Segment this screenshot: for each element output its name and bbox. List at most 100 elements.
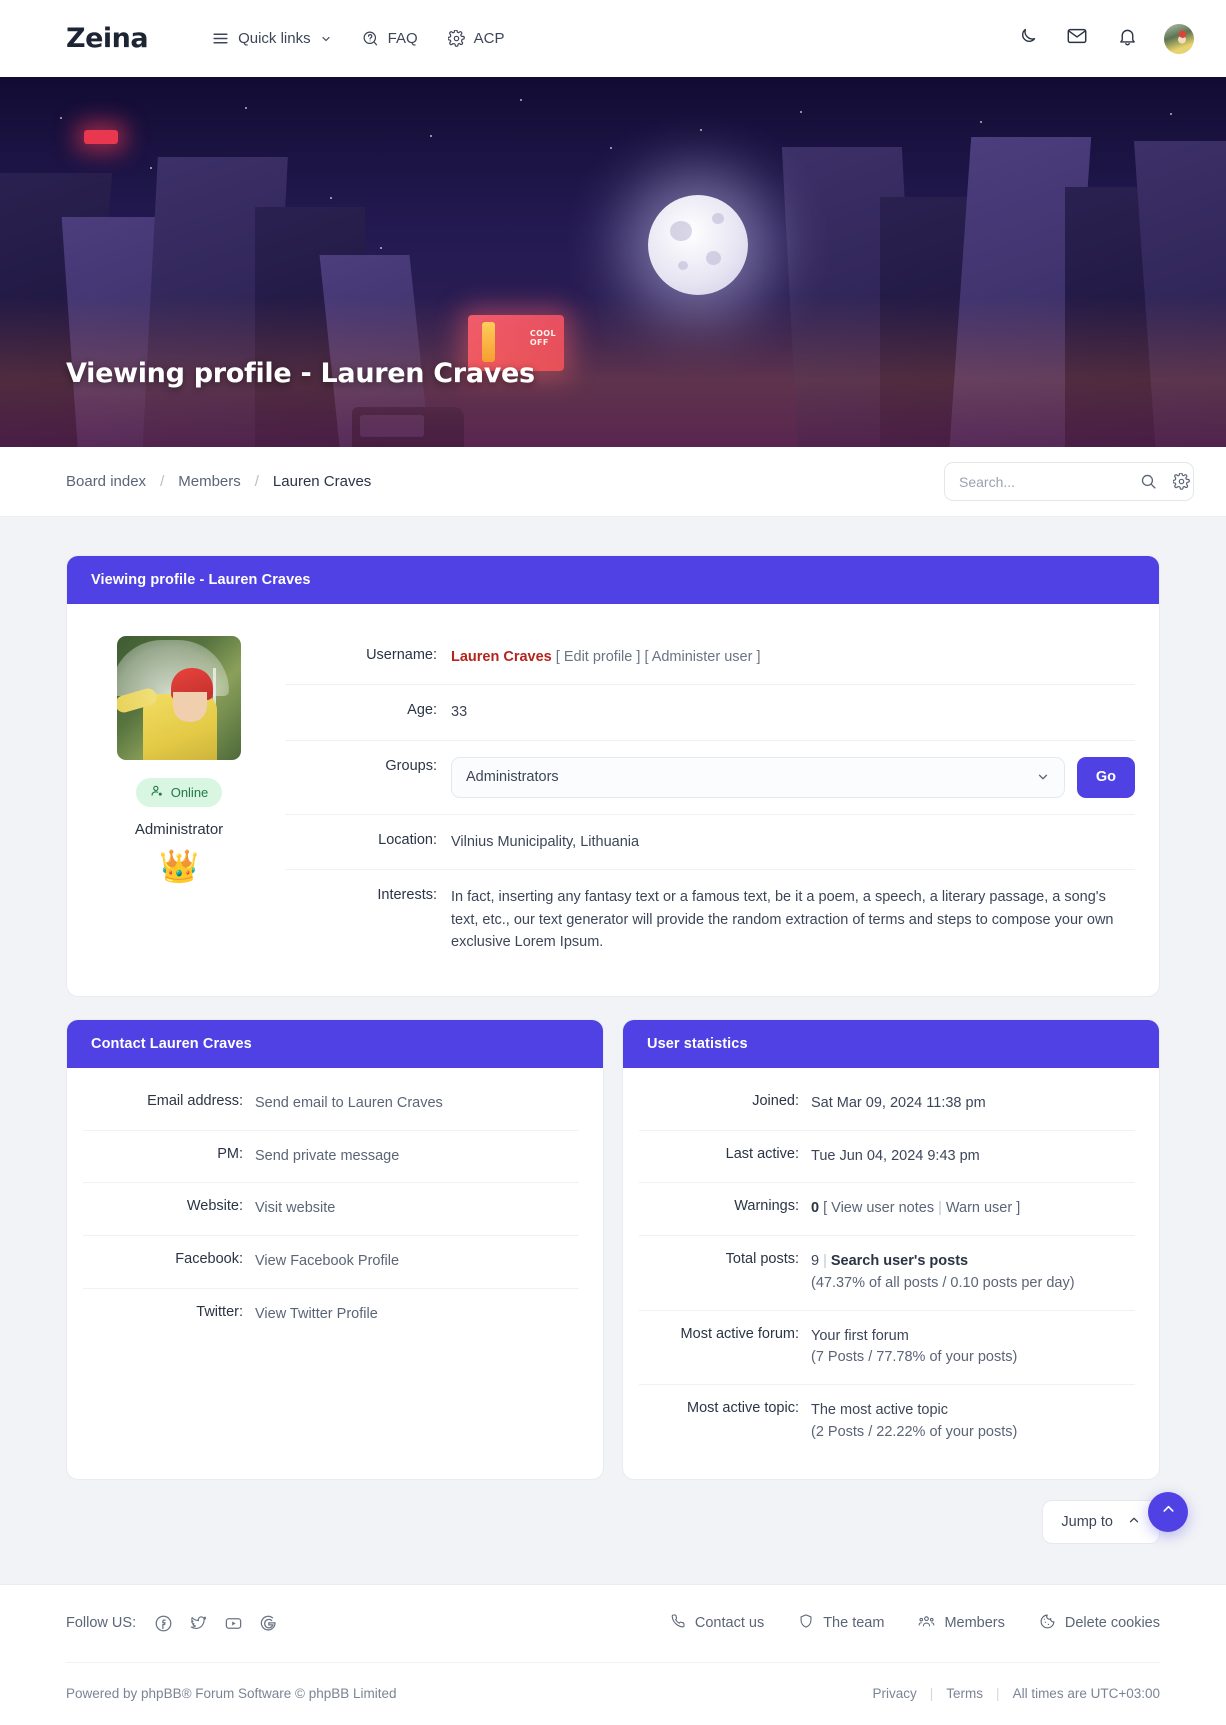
contact-email-label: Email address: <box>83 1093 243 1109</box>
scroll-to-top-button[interactable] <box>1148 1492 1188 1532</box>
terms-link[interactable]: Terms <box>946 1686 983 1701</box>
search-icon[interactable] <box>1140 473 1157 490</box>
footer-link-delete-cookies-label: Delete cookies <box>1065 1615 1160 1631</box>
notifications-button[interactable] <box>1114 26 1140 52</box>
username-label: Username: <box>285 646 437 663</box>
age-value: 33 <box>451 701 467 723</box>
chevron-up-icon <box>1160 1501 1177 1523</box>
total-posts-sub: (47.37% of all posts / 0.10 posts per da… <box>811 1273 1075 1295</box>
cookie-icon <box>1039 1613 1056 1634</box>
contact-website-label: Website: <box>83 1198 243 1214</box>
field-row-age: Age: 33 <box>285 685 1135 740</box>
most-active-topic-label: Most active topic: <box>639 1400 799 1416</box>
field-row-interests: Interests: In fact, inserting any fantas… <box>285 870 1135 969</box>
contact-facebook-link[interactable]: View Facebook Profile <box>255 1251 399 1273</box>
profile-sidebar: Online Administrator 👑 <box>83 630 275 970</box>
twitter-icon[interactable] <box>189 1614 208 1633</box>
jump-to-button[interactable]: Jump to <box>1042 1500 1160 1544</box>
nav-faq[interactable]: FAQ <box>362 30 418 47</box>
contact-card: Contact Lauren Craves Email address: Sen… <box>66 1019 604 1480</box>
location-label: Location: <box>285 831 437 848</box>
total-posts-label: Total posts: <box>639 1251 799 1267</box>
moon-graphic <box>648 195 748 295</box>
search-input[interactable] <box>959 474 1140 490</box>
nav-acp[interactable]: ACP <box>448 30 505 47</box>
messages-button[interactable] <box>1064 26 1090 52</box>
last-active-value: Tue Jun 04, 2024 9:43 pm <box>811 1146 980 1168</box>
stats-card: User statistics Joined: Sat Mar 09, 2024… <box>622 1019 1160 1480</box>
administer-user-link[interactable]: [ Administer user ] <box>644 649 760 665</box>
crown-icon: 👑 <box>159 850 199 882</box>
profile-avatar[interactable] <box>117 636 241 760</box>
breadcrumb-board-index[interactable]: Board index <box>66 473 146 490</box>
contact-card-body: Email address: Send email to Lauren Crav… <box>67 1068 603 1361</box>
dark-mode-toggle[interactable] <box>1014 26 1040 52</box>
jump-to-label: Jump to <box>1061 1514 1113 1530</box>
site-logo[interactable]: Zeina <box>66 23 148 54</box>
site-footer: Follow US: Cont <box>0 1584 1226 1725</box>
profile-card-body: Online Administrator 👑 Username: Lauren … <box>67 604 1159 996</box>
profile-card: Viewing profile - Lauren Craves Online <box>66 555 1160 997</box>
privacy-link[interactable]: Privacy <box>873 1686 917 1701</box>
moon-icon <box>1017 26 1038 52</box>
stats-card-title: User statistics <box>623 1020 1159 1068</box>
main-content: Viewing profile - Lauren Craves Online <box>0 517 1226 1584</box>
age-label: Age: <box>285 701 437 718</box>
search-settings-gear-icon[interactable] <box>1173 473 1190 490</box>
nav-quick-links[interactable]: Quick links <box>212 30 332 47</box>
follow-us: Follow US: <box>66 1614 278 1633</box>
contact-twitter-link[interactable]: View Twitter Profile <box>255 1304 378 1326</box>
contact-row-twitter: Twitter: View Twitter Profile <box>83 1289 579 1341</box>
warn-user-link[interactable]: Warn user ] <box>946 1200 1020 1216</box>
footer-link-contact-us[interactable]: Contact us <box>670 1613 764 1633</box>
youtube-icon[interactable] <box>224 1614 243 1633</box>
footer-link-the-team[interactable]: The team <box>798 1613 884 1633</box>
contact-row-facebook: Facebook: View Facebook Profile <box>83 1236 579 1289</box>
taillight-graphic <box>84 130 118 144</box>
search-bar <box>944 462 1194 501</box>
social-links <box>154 1614 278 1633</box>
hamburger-icon <box>212 30 229 47</box>
total-posts-value: 9|Search user's posts (47.37% of all pos… <box>811 1251 1075 1295</box>
gear-icon <box>448 30 465 47</box>
most-active-forum-label: Most active forum: <box>639 1326 799 1342</box>
primary-nav: Quick links FAQ ACP <box>212 30 504 47</box>
stats-row-warnings: Warnings: 0 [ View user notes|Warn user … <box>639 1183 1135 1236</box>
jump-to-area: Jump to <box>66 1500 1160 1584</box>
most-active-topic-link[interactable]: The most active topic <box>811 1400 1017 1422</box>
groups-go-button[interactable]: Go <box>1077 757 1135 798</box>
contact-pm-label: PM: <box>83 1146 243 1162</box>
contact-pm-link[interactable]: Send private message <box>255 1146 399 1168</box>
field-row-username: Username: Lauren Craves [ Edit profile ]… <box>285 630 1135 685</box>
avatar[interactable] <box>1164 24 1194 54</box>
top-navbar: Zeina Quick links FAQ ACP <box>0 0 1226 77</box>
breadcrumb-members[interactable]: Members <box>178 473 241 490</box>
last-active-label: Last active: <box>639 1146 799 1162</box>
warnings-count: 0 <box>811 1200 819 1216</box>
contact-website-link[interactable]: Visit website <box>255 1198 335 1220</box>
view-user-notes-link[interactable]: [ View user notes <box>823 1200 934 1216</box>
footer-link-members[interactable]: Members <box>918 1613 1004 1634</box>
groups-label: Groups: <box>285 757 437 774</box>
phone-icon <box>670 1613 686 1633</box>
edit-profile-link[interactable]: [ Edit profile ] <box>556 649 641 665</box>
chevron-down-icon <box>1036 770 1050 784</box>
status-badge: Online <box>136 778 223 807</box>
interests-value: In fact, inserting any fantasy text or a… <box>451 886 1135 953</box>
contact-email-link[interactable]: Send email to Lauren Craves <box>255 1093 443 1115</box>
contact-facebook-label: Facebook: <box>83 1251 243 1267</box>
question-bubble-icon <box>362 30 379 47</box>
google-icon[interactable] <box>259 1614 278 1633</box>
most-active-forum-link[interactable]: Your first forum <box>811 1326 1017 1348</box>
user-online-icon <box>150 784 164 801</box>
contact-card-title: Contact Lauren Craves <box>67 1020 603 1068</box>
footer-link-delete-cookies[interactable]: Delete cookies <box>1039 1613 1160 1634</box>
username-value: Lauren Craves [ Edit profile ] [ Adminis… <box>451 646 760 668</box>
search-user-posts-link[interactable]: Search user's posts <box>831 1253 968 1269</box>
facebook-icon[interactable] <box>154 1614 173 1633</box>
stats-row-total-posts: Total posts: 9|Search user's posts (47.3… <box>639 1236 1135 1311</box>
groups-select[interactable]: Administrators <box>451 757 1065 798</box>
status-badge-label: Online <box>171 785 209 800</box>
breadcrumb-separator: / <box>160 473 164 490</box>
footer-link-members-label: Members <box>944 1615 1004 1631</box>
